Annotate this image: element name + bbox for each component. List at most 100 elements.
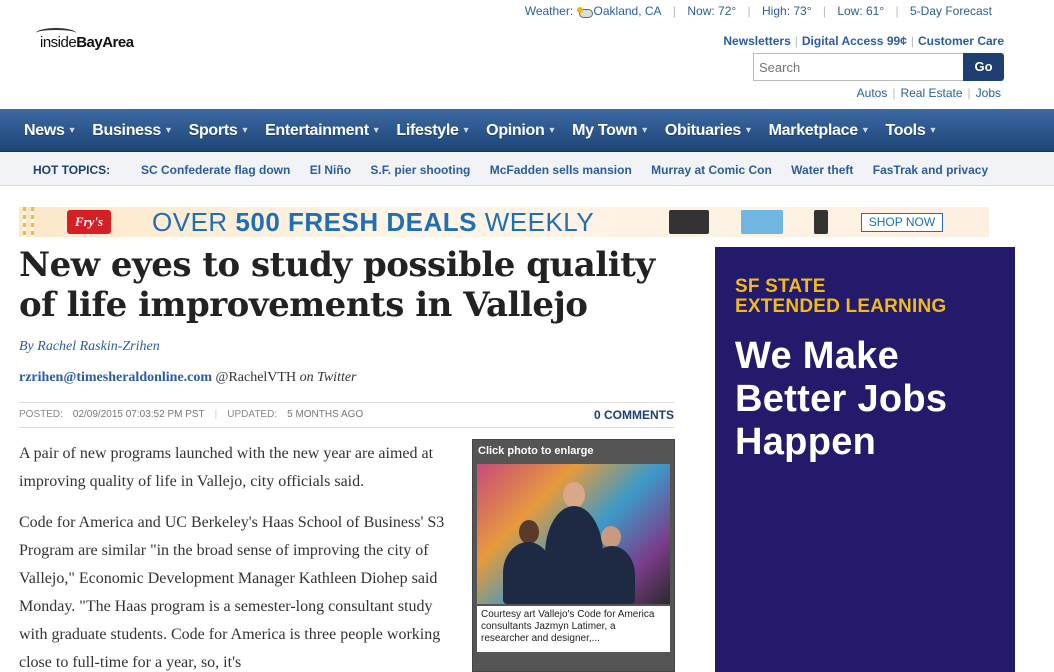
divider: | [967, 86, 971, 100]
article-headline: New eyes to study possible quality of li… [19, 245, 655, 325]
article-photo-box[interactable]: Click photo to enlarge Courtesy art Vall… [472, 439, 675, 672]
divider: | [672, 4, 677, 18]
nav-label: Tools [885, 121, 926, 139]
chevron-down-icon: ▼ [240, 125, 250, 136]
digital-access-link[interactable]: Digital Access 99¢ [802, 34, 907, 48]
photo-caption: Courtesy art Vallejo's Code for America … [477, 606, 670, 652]
divider: | [822, 4, 826, 18]
person-head [563, 482, 585, 508]
article-byline[interactable]: By Rachel Raskin-Zrihen [19, 339, 160, 355]
chevron-down-icon: ▼ [744, 125, 753, 136]
article-paragraph: A pair of new programs launched with the… [19, 445, 434, 490]
nav-item-tools[interactable]: Tools ▼ [885, 122, 937, 140]
logo-swoosh [36, 28, 76, 38]
comments-link[interactable]: 0 COMMENTS [594, 408, 674, 422]
chevron-down-icon: ▼ [640, 125, 649, 136]
site-header: insideBayArea Weather: Oakland, CA | Now… [0, 0, 1054, 109]
person-head [601, 526, 621, 548]
person-body [503, 542, 553, 604]
nav-item-my-town[interactable]: My Town ▼ [572, 122, 649, 140]
hot-topic-link[interactable]: Water theft [791, 163, 853, 177]
nav-item-opinion[interactable]: Opinion ▼ [486, 122, 556, 140]
article-paragraph: Code for America and UC Berkeley's Haas … [19, 514, 445, 671]
sf-state-side-ad[interactable]: SF STATE EXTENDED LEARNING We Make Better… [715, 247, 1015, 672]
nav-item-lifestyle[interactable]: Lifestyle ▼ [396, 122, 470, 140]
article-photo[interactable] [477, 464, 670, 604]
shop-now-button[interactable]: SHOP NOW [861, 213, 943, 232]
hot-topic-link[interactable]: S.F. pier shooting [370, 163, 470, 177]
decorative-stripe [23, 207, 26, 237]
weather-high[interactable]: High: 73° [762, 4, 812, 18]
site-logo[interactable]: insideBayArea [36, 28, 134, 51]
nav-item-entertainment[interactable]: Entertainment ▼ [265, 121, 381, 140]
classifieds-links: Autos | Real Estate | Jobs [857, 86, 1001, 100]
hot-topic-link[interactable]: McFadden sells mansion [490, 163, 632, 177]
newsletters-link[interactable]: Newsletters [723, 34, 790, 48]
main-nav: News ▼ Business ▼ Sports ▼ Entertainment ▼ L… [0, 109, 1054, 152]
banner-headline: OVER 500 FRESH DEALS WEEKLY [152, 207, 594, 237]
divider: | [214, 409, 218, 420]
customer-care-link[interactable]: Customer Care [918, 34, 1004, 48]
banner-text-post: WEEKLY [477, 207, 595, 237]
photo-enlarge-label[interactable]: Click photo to enlarge [473, 440, 674, 463]
nav-item-business[interactable]: Business ▼ [92, 122, 173, 140]
chevron-down-icon: ▼ [461, 125, 471, 136]
chevron-down-icon: ▼ [547, 125, 557, 136]
updated-value: 5 MONTHS AGO [287, 409, 364, 420]
nav-label: Entertainment [265, 121, 369, 139]
ad-brand-line1: SF STATE [735, 276, 826, 297]
chevron-down-icon: ▼ [860, 125, 870, 136]
updated-label: UPDATED: [227, 409, 278, 420]
jobs-link[interactable]: Jobs [976, 86, 1001, 100]
author-twitter[interactable]: @RachelVTH on Twitter [216, 370, 357, 385]
nav-label: My Town [572, 121, 638, 139]
chevron-down-icon: ▼ [67, 125, 77, 136]
divider: | [794, 34, 798, 48]
banner-text-bold: 500 FRESH DEALS [235, 207, 477, 237]
article-body: A pair of new programs launched with the… [19, 440, 464, 672]
search-input[interactable] [753, 53, 963, 81]
nav-label: Opinion [486, 121, 545, 139]
weather-now[interactable]: Now: 72° [687, 4, 736, 18]
hot-topic-link[interactable]: FasTrak and privacy [873, 163, 988, 177]
phone-image [814, 210, 828, 234]
frys-banner-ad[interactable]: Fry's OVER 500 FRESH DEALS WEEKLY SHOP N… [19, 207, 989, 237]
ad-brand: SF STATE EXTENDED LEARNING [735, 277, 946, 317]
hot-topic-link[interactable]: Murray at Comic Con [651, 163, 772, 177]
tv-image [741, 210, 783, 234]
author-email-link[interactable]: rzrihen@timesheraldonline.com [19, 370, 212, 385]
weather-low[interactable]: Low: 61° [837, 4, 884, 18]
nav-item-marketplace[interactable]: Marketplace ▼ [769, 122, 870, 140]
nav-label: Lifestyle [396, 121, 459, 139]
search-go-button[interactable]: Go [963, 53, 1004, 81]
chevron-down-icon: ▼ [371, 125, 381, 136]
weather-label[interactable]: Weather: [525, 4, 573, 18]
real-estate-link[interactable]: Real Estate [900, 86, 962, 100]
posted-label: POSTED: [19, 409, 63, 420]
nav-item-sports[interactable]: Sports ▼ [188, 121, 250, 140]
hot-topic-link[interactable]: SC Confederate flag down [141, 163, 290, 177]
nav-item-news[interactable]: News ▼ [24, 122, 77, 140]
hot-topics-bar: HOT TOPICS: SC Confederate flag down El … [0, 152, 1054, 186]
divider: | [910, 34, 914, 48]
article-meta-bar: POSTED: 02/09/2015 07:03:52 PM PST | UPDATE… [19, 402, 674, 428]
hot-topic-link[interactable]: El Niño [310, 163, 351, 177]
frys-logo: Fry's [67, 210, 111, 234]
logo-suffix: BayArea [76, 34, 134, 51]
weather-location[interactable]: Oakland, CA [594, 4, 662, 18]
divider: | [895, 4, 899, 18]
five-day-forecast-link[interactable]: 5-Day Forecast [910, 4, 992, 18]
laptop-image [669, 210, 709, 234]
hot-topics-list: SC Confederate flag down El Niño S.F. pi… [141, 163, 1004, 177]
ad-headline: We Make Better Jobs Happen [735, 335, 948, 463]
twitter-suffix: on Twitter [299, 370, 357, 385]
posted-date: 02/09/2015 07:03:52 PM PST [72, 409, 205, 420]
nav-label: Obituaries [664, 121, 742, 139]
nav-item-obituaries[interactable]: Obituaries ▼ [665, 122, 753, 140]
autos-link[interactable]: Autos [857, 86, 888, 100]
chevron-down-icon: ▼ [928, 125, 938, 136]
chevron-down-icon: ▼ [163, 125, 173, 136]
ad-brand-line2: EXTENDED LEARNING [735, 296, 947, 317]
decorative-stripe [31, 207, 34, 237]
nav-label: Sports [188, 121, 238, 139]
